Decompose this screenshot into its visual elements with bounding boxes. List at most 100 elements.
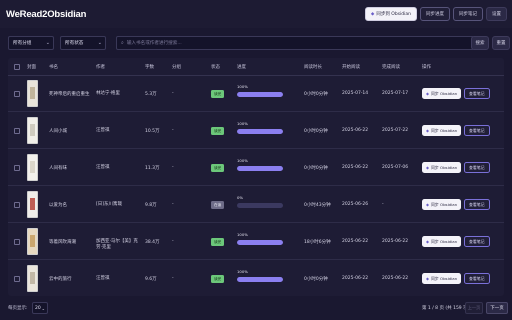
progress-bar bbox=[237, 92, 283, 97]
row-checkbox[interactable] bbox=[14, 202, 20, 208]
table-row[interactable]: 人间小城 汪曾祺 10.5万 - 读完 100% 0小时0分钟 2025-06-… bbox=[8, 113, 504, 149]
top-bar: WeRead2Obsidian ◆ 同步到 Obsidian 同步进度 同步笔记… bbox=[0, 0, 512, 28]
header-progress[interactable]: 进度 bbox=[237, 64, 246, 70]
row-sync-obsidian-button[interactable]: ◆ 同步 Obsidian bbox=[422, 162, 462, 173]
book-title[interactable]: 人间有味 bbox=[49, 165, 67, 171]
progress-bar-fill bbox=[237, 92, 283, 97]
header-author[interactable]: 作者 bbox=[96, 64, 105, 70]
book-title[interactable]: 死神帝后的重启重生 bbox=[49, 91, 90, 97]
search-input[interactable]: ⌕ 输入书名或作者进行搜索... bbox=[116, 36, 474, 50]
obsidian-icon: ◆ bbox=[426, 202, 429, 207]
header-words[interactable]: 字数 bbox=[145, 64, 154, 70]
status-badge: 读完 bbox=[211, 90, 225, 98]
row-sync-label: 同步 Obsidian bbox=[431, 127, 458, 133]
row-checkbox[interactable] bbox=[14, 91, 20, 97]
obsidian-icon: ◆ bbox=[426, 165, 429, 170]
read-time: 0小时0分钟 bbox=[304, 92, 328, 97]
sync-progress-button[interactable]: 同步进度 bbox=[420, 7, 450, 21]
row-checkbox[interactable] bbox=[14, 239, 20, 245]
progress-percent: 100% bbox=[237, 84, 248, 89]
table-header: 封面 书名 作者 字数 分组 状态 进度 阅读时长 开始阅读 完成阅读 操作 bbox=[8, 58, 504, 76]
book-cover[interactable] bbox=[27, 228, 38, 255]
book-cover[interactable] bbox=[27, 80, 38, 107]
status-badge: 在读 bbox=[211, 201, 225, 209]
view-notes-button[interactable]: 查看笔记 bbox=[464, 125, 490, 136]
row-sync-label: 同步 Obsidian bbox=[431, 201, 458, 207]
status-badge: 读完 bbox=[211, 238, 225, 246]
progress-bar bbox=[237, 240, 283, 245]
settings-button[interactable]: 设置 bbox=[486, 7, 507, 21]
view-notes-button[interactable]: 查看笔记 bbox=[464, 199, 490, 210]
header-finish-date[interactable]: 完成阅读 bbox=[382, 64, 400, 70]
book-cover[interactable] bbox=[27, 265, 38, 292]
status-select[interactable]: 所有状态 ⌄ bbox=[60, 36, 106, 50]
category-select[interactable]: 所有分组 ⌄ bbox=[8, 36, 54, 50]
reset-button[interactable]: 重置 bbox=[492, 36, 510, 50]
header-status[interactable]: 状态 bbox=[211, 64, 220, 70]
book-title[interactable]: 人间小城 bbox=[49, 128, 67, 134]
progress-bar-fill bbox=[237, 166, 283, 171]
book-cover[interactable] bbox=[27, 154, 38, 181]
obsidian-icon: ◆ bbox=[426, 239, 429, 244]
status-badge: 读完 bbox=[211, 275, 225, 283]
row-checkbox[interactable] bbox=[14, 276, 20, 282]
per-page-select[interactable]: 20 ⌄ bbox=[32, 302, 48, 314]
view-notes-button[interactable]: 查看笔记 bbox=[464, 236, 490, 247]
row-sync-label: 同步 Obsidian bbox=[431, 238, 458, 244]
row-checkbox[interactable] bbox=[14, 128, 20, 134]
row-sync-obsidian-button[interactable]: ◆ 同步 Obsidian bbox=[422, 88, 462, 99]
row-sync-obsidian-button[interactable]: ◆ 同步 Obsidian bbox=[422, 125, 462, 136]
progress-bar bbox=[237, 203, 283, 208]
read-time: 0小时0分钟 bbox=[304, 129, 328, 134]
obsidian-icon: ◆ bbox=[426, 128, 429, 133]
header-title[interactable]: 书名 bbox=[49, 64, 58, 70]
start-date: 2025-06-22 bbox=[342, 276, 369, 281]
book-cover[interactable] bbox=[27, 191, 38, 218]
row-sync-obsidian-button[interactable]: ◆ 同步 Obsidian bbox=[422, 199, 462, 210]
table-row[interactable]: 死神帝后的重启重生 林达宁·格里 5.3万 - 读完 100% 0小时0分钟 2… bbox=[8, 76, 504, 112]
header-start-date[interactable]: 开始阅读 bbox=[342, 64, 360, 70]
table-row[interactable]: 云中的旅行 汪曾祺 9.6万 - 读完 100% 0小时0分钟 2025-06-… bbox=[8, 261, 504, 296]
book-group: - bbox=[172, 165, 174, 170]
view-notes-button[interactable]: 查看笔记 bbox=[464, 88, 490, 99]
select-all-checkbox[interactable] bbox=[14, 64, 20, 70]
row-checkbox[interactable] bbox=[14, 165, 20, 171]
prev-page-button[interactable]: 上一页 bbox=[465, 302, 483, 314]
progress-percent: 100% bbox=[237, 232, 248, 237]
view-notes-button[interactable]: 查看笔记 bbox=[464, 162, 490, 173]
row-sync-label: 同步 Obsidian bbox=[431, 90, 458, 96]
sync-obsidian-button[interactable]: ◆ 同步到 Obsidian bbox=[364, 7, 417, 21]
start-date: 2025-07-14 bbox=[342, 91, 369, 96]
chevron-down-icon: ⌄ bbox=[45, 40, 50, 46]
table-row[interactable]: 人间有味 汪曾祺 11.3万 - 读完 100% 0小时0分钟 2025-06-… bbox=[8, 150, 504, 186]
book-author: [日]东川篤哉 bbox=[96, 202, 123, 207]
status-badge: 读完 bbox=[211, 127, 225, 135]
chevron-down-icon: ⌄ bbox=[41, 306, 45, 311]
start-date: 2025-06-22 bbox=[342, 239, 369, 244]
book-title[interactable]: 以爱为名 bbox=[49, 202, 67, 208]
read-time: 0小时43分钟 bbox=[304, 203, 331, 208]
row-sync-label: 同步 Obsidian bbox=[431, 164, 458, 170]
progress-percent: 0% bbox=[237, 195, 244, 200]
next-page-button[interactable]: 下一页 bbox=[486, 302, 508, 314]
book-title[interactable]: 等着风吹海潮 bbox=[49, 239, 76, 245]
sync-notes-button[interactable]: 同步笔记 bbox=[453, 7, 483, 21]
table-row[interactable]: 等着风吹海潮 加西亚·马尔【美】克劳·克里 38.4万 - 读完 100% 18… bbox=[8, 224, 504, 260]
book-cover[interactable] bbox=[27, 117, 38, 144]
header-cover: 封面 bbox=[27, 65, 36, 70]
header-read-time[interactable]: 阅读时长 bbox=[304, 64, 322, 70]
row-sync-obsidian-button[interactable]: ◆ 同步 Obsidian bbox=[422, 273, 462, 284]
view-notes-button[interactable]: 查看笔记 bbox=[464, 273, 490, 284]
finish-date: 2025-07-06 bbox=[382, 165, 409, 170]
book-title[interactable]: 云中的旅行 bbox=[49, 276, 72, 282]
obsidian-icon: ◆ bbox=[426, 276, 429, 281]
header-actions: 操作 bbox=[422, 65, 431, 70]
table-row[interactable]: 以爱为名 [日]东川篤哉 9.8万 - 在读 0% 0小时43分钟 2025-0… bbox=[8, 187, 504, 223]
row-sync-obsidian-button[interactable]: ◆ 同步 Obsidian bbox=[422, 236, 462, 247]
search-icon: ⌕ bbox=[121, 40, 124, 46]
book-words: 38.4万 bbox=[145, 240, 160, 245]
book-author: 林达宁·格里 bbox=[96, 91, 120, 96]
search-button[interactable]: 搜索 bbox=[471, 36, 489, 50]
book-group: - bbox=[172, 202, 174, 207]
progress-percent: 100% bbox=[237, 158, 248, 163]
